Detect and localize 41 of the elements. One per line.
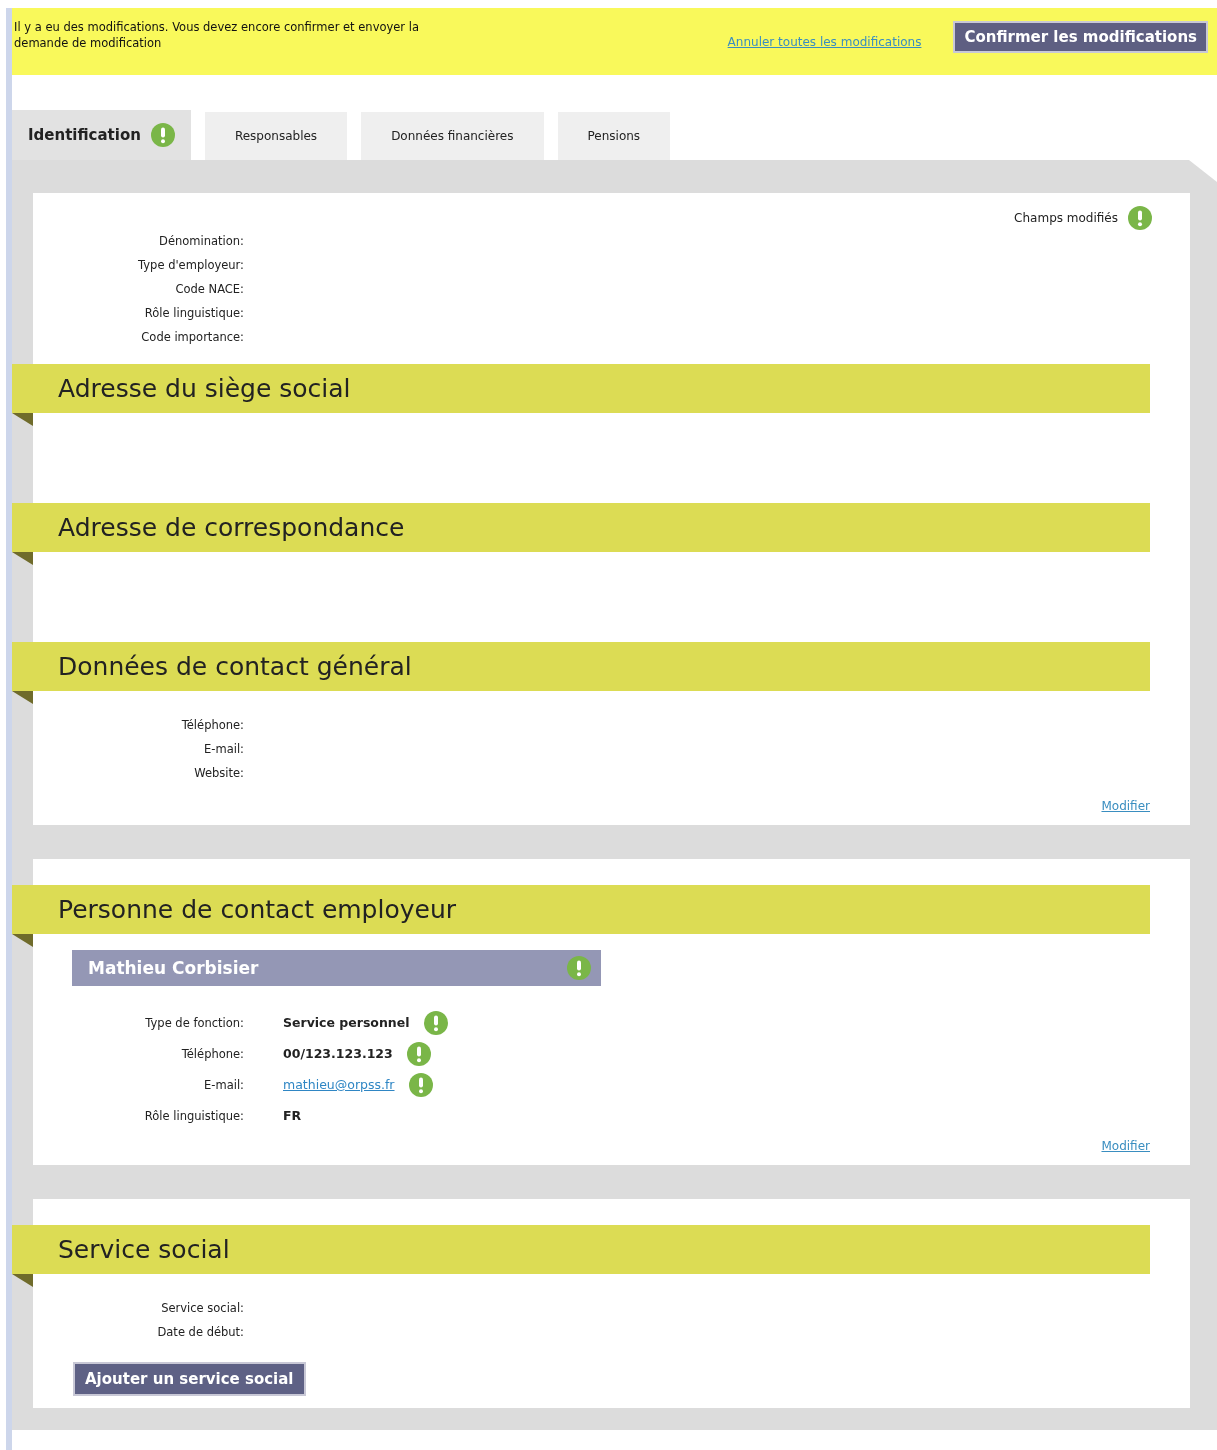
- tab[interactable]: Identification: [12, 110, 191, 160]
- banner-message: Il y a eu des modifications. Vous devez encore confirmer et envoyer la demande de modification: [14, 19, 419, 51]
- field-label: Code NACE:: [174, 282, 244, 296]
- section-title: Service social: [58, 1235, 230, 1264]
- field-label: Rôle linguistique:: [143, 1108, 244, 1123]
- field-label: Code importance:: [140, 330, 244, 344]
- tab[interactable]: Pensions: [557, 112, 671, 160]
- field-label: Type d'employeur:: [137, 258, 244, 272]
- ribbon-fold: [12, 552, 33, 565]
- ribbon-fold: [12, 934, 33, 947]
- field-value: Service personnel: [283, 1015, 410, 1030]
- field-label: Service social:: [160, 1301, 244, 1315]
- section-title: Adresse du siège social: [58, 374, 351, 403]
- section-title: Personne de contact employeur: [58, 895, 457, 924]
- ribbon-fold: [12, 1274, 33, 1287]
- modify-link[interactable]: Modifier: [1101, 799, 1150, 813]
- ribbon-fold: [12, 691, 33, 704]
- field-label: Date de début:: [156, 1325, 244, 1339]
- legend-label: Champs modifiés: [1014, 211, 1118, 225]
- person-name: Mathieu Corbisier: [88, 958, 259, 978]
- field-value: FR: [283, 1108, 302, 1123]
- field-value: 00/123.123.123: [283, 1046, 393, 1061]
- field-label: Dénomination:: [158, 234, 244, 248]
- email-link[interactable]: mathieu@orpss.fr: [283, 1077, 395, 1092]
- tab[interactable]: Données financières: [361, 112, 544, 160]
- field-label: Website:: [193, 766, 244, 780]
- field-label: Type de fonction:: [144, 1015, 244, 1030]
- confirm-button[interactable]: Confirmer les modifications: [953, 20, 1208, 53]
- ribbon-fold: [12, 413, 33, 426]
- field-label: Téléphone:: [180, 1046, 244, 1061]
- tab[interactable]: Responsables: [204, 112, 348, 160]
- field-label: E-mail:: [203, 1077, 244, 1092]
- modify-link[interactable]: Modifier: [1101, 1139, 1150, 1153]
- section-title: Adresse de correspondance: [58, 513, 405, 542]
- field-label: Rôle linguistique:: [143, 306, 244, 320]
- field-label: E-mail:: [203, 742, 244, 756]
- cancel-link[interactable]: Annuler toutes les modifications: [727, 34, 922, 49]
- field-label: Téléphone:: [180, 718, 244, 732]
- section-title: Données de contact général: [58, 652, 412, 681]
- add-button[interactable]: Ajouter un service social: [73, 1362, 306, 1396]
- exclamation-icon: [1128, 206, 1152, 230]
